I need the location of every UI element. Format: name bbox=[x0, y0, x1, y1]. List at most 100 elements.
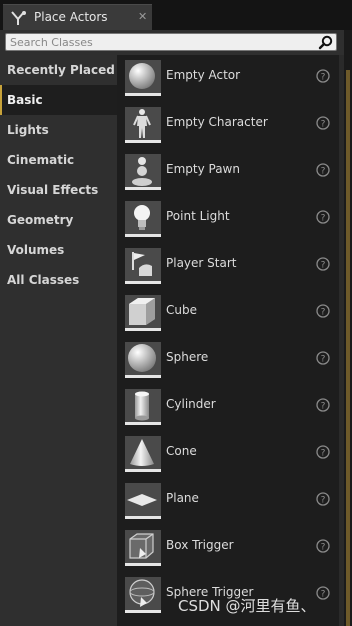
actor-label: Point Light bbox=[166, 209, 230, 223]
actor-item-sphere[interactable]: Sphere ? bbox=[117, 338, 339, 385]
help-icon[interactable]: ? bbox=[316, 69, 330, 83]
light-bulb-icon bbox=[134, 205, 150, 230]
svg-text:?: ? bbox=[321, 120, 326, 130]
category-volumes[interactable]: Volumes bbox=[0, 235, 117, 265]
category-basic[interactable]: Basic bbox=[0, 85, 117, 115]
actor-item-empty-pawn[interactable]: Empty Pawn ? bbox=[117, 150, 339, 197]
cube-icon bbox=[129, 298, 155, 325]
actor-item-empty-character[interactable]: Empty Character ? bbox=[117, 103, 339, 150]
actor-thumbnail bbox=[125, 436, 161, 472]
actor-thumbnail bbox=[125, 107, 161, 143]
svg-text:?: ? bbox=[321, 308, 326, 318]
svg-text:?: ? bbox=[321, 590, 326, 600]
search-box bbox=[5, 33, 337, 51]
svg-text:?: ? bbox=[321, 496, 326, 506]
place-actors-icon bbox=[11, 11, 26, 25]
actor-thumbnail bbox=[125, 389, 161, 425]
category-sidebar: Recently Placed Basic Lights Cinematic V… bbox=[0, 55, 117, 626]
close-icon[interactable]: ✕ bbox=[138, 10, 147, 23]
actor-item-empty-actor[interactable]: Empty Actor ? bbox=[117, 56, 339, 103]
svg-text:?: ? bbox=[321, 355, 326, 365]
help-icon[interactable]: ? bbox=[316, 116, 330, 130]
actor-label: Sphere bbox=[166, 350, 209, 364]
actor-label: Empty Pawn bbox=[166, 162, 240, 176]
category-geometry[interactable]: Geometry bbox=[0, 205, 117, 235]
category-label: Volumes bbox=[7, 243, 65, 257]
help-icon[interactable]: ? bbox=[316, 257, 330, 271]
tab-title: Place Actors bbox=[34, 10, 108, 24]
help-icon[interactable]: ? bbox=[316, 586, 330, 600]
category-label: Lights bbox=[7, 123, 49, 137]
actor-list: Empty Actor ? Empty Character ? Empty Pa… bbox=[117, 55, 339, 626]
category-visual-effects[interactable]: Visual Effects bbox=[0, 175, 117, 205]
pawn-icon bbox=[132, 157, 152, 186]
svg-text:?: ? bbox=[321, 167, 326, 177]
actor-label: Box Trigger bbox=[166, 538, 234, 552]
actor-thumbnail bbox=[125, 154, 161, 190]
help-icon[interactable]: ? bbox=[316, 398, 330, 412]
character-icon bbox=[133, 109, 151, 138]
place-actors-panel: Recently Placed Basic Lights Cinematic V… bbox=[0, 30, 344, 626]
actor-label: Plane bbox=[166, 491, 199, 505]
category-label: All Classes bbox=[7, 273, 80, 287]
svg-text:?: ? bbox=[321, 402, 326, 412]
search-input[interactable] bbox=[10, 34, 310, 50]
category-label: Geometry bbox=[7, 213, 74, 227]
svg-text:?: ? bbox=[321, 73, 326, 83]
actor-item-plane[interactable]: Plane ? bbox=[117, 479, 339, 526]
actor-thumbnail bbox=[125, 295, 161, 331]
actor-label: Empty Actor bbox=[166, 68, 241, 82]
help-icon[interactable]: ? bbox=[316, 445, 330, 459]
actor-item-box-trigger[interactable]: Box Trigger ? bbox=[117, 526, 339, 573]
sphere-trigger-icon bbox=[129, 579, 155, 607]
actor-label: Cone bbox=[166, 444, 197, 458]
tab-place-actors[interactable]: Place Actors ✕ bbox=[3, 4, 152, 30]
cylinder-icon bbox=[135, 391, 149, 421]
actor-item-point-light[interactable]: Point Light ? bbox=[117, 197, 339, 244]
svg-text:?: ? bbox=[321, 543, 326, 553]
sphere-icon bbox=[129, 63, 155, 89]
viewport-edge bbox=[344, 30, 352, 626]
actor-thumbnail bbox=[125, 342, 161, 378]
search-icon[interactable] bbox=[318, 35, 333, 50]
watermark-text: CSDN @河里有鱼、 bbox=[178, 597, 316, 615]
help-icon[interactable]: ? bbox=[316, 539, 330, 553]
actor-item-cylinder[interactable]: Cylinder ? bbox=[117, 385, 339, 432]
actor-thumbnail bbox=[125, 201, 161, 237]
help-icon[interactable]: ? bbox=[316, 210, 330, 224]
help-icon[interactable]: ? bbox=[316, 492, 330, 506]
svg-text:?: ? bbox=[321, 261, 326, 271]
plane-icon bbox=[127, 494, 157, 506]
category-recently-placed[interactable]: Recently Placed bbox=[0, 55, 117, 85]
flag-icon bbox=[132, 252, 152, 276]
actor-label: Player Start bbox=[166, 256, 237, 270]
cone-icon bbox=[130, 439, 154, 466]
actor-item-cube[interactable]: Cube ? bbox=[117, 291, 339, 338]
actor-thumbnail bbox=[125, 60, 161, 96]
help-icon[interactable]: ? bbox=[316, 351, 330, 365]
actor-label: Cylinder bbox=[166, 397, 216, 411]
help-icon[interactable]: ? bbox=[316, 163, 330, 177]
actor-label: Empty Character bbox=[166, 115, 268, 129]
category-cinematic[interactable]: Cinematic bbox=[0, 145, 117, 175]
actor-label: Cube bbox=[166, 303, 197, 317]
actor-item-cone[interactable]: Cone ? bbox=[117, 432, 339, 479]
category-label: Recently Placed bbox=[7, 63, 115, 77]
box-trigger-icon bbox=[129, 533, 154, 559]
tab-bar: Place Actors ✕ bbox=[0, 0, 352, 30]
actor-thumbnail bbox=[125, 530, 161, 566]
category-lights[interactable]: Lights bbox=[0, 115, 117, 145]
help-icon[interactable]: ? bbox=[316, 304, 330, 318]
actor-item-player-start[interactable]: Player Start ? bbox=[117, 244, 339, 291]
category-label: Basic bbox=[7, 93, 43, 107]
sphere-icon bbox=[128, 344, 156, 372]
category-label: Visual Effects bbox=[7, 183, 99, 197]
actor-thumbnail bbox=[125, 483, 161, 519]
category-all-classes[interactable]: All Classes bbox=[0, 265, 117, 295]
actor-thumbnail bbox=[125, 577, 161, 613]
actor-thumbnail bbox=[125, 248, 161, 284]
svg-text:?: ? bbox=[321, 449, 326, 459]
category-label: Cinematic bbox=[7, 153, 75, 167]
svg-text:?: ? bbox=[321, 214, 326, 224]
viewport-strip bbox=[346, 70, 350, 626]
